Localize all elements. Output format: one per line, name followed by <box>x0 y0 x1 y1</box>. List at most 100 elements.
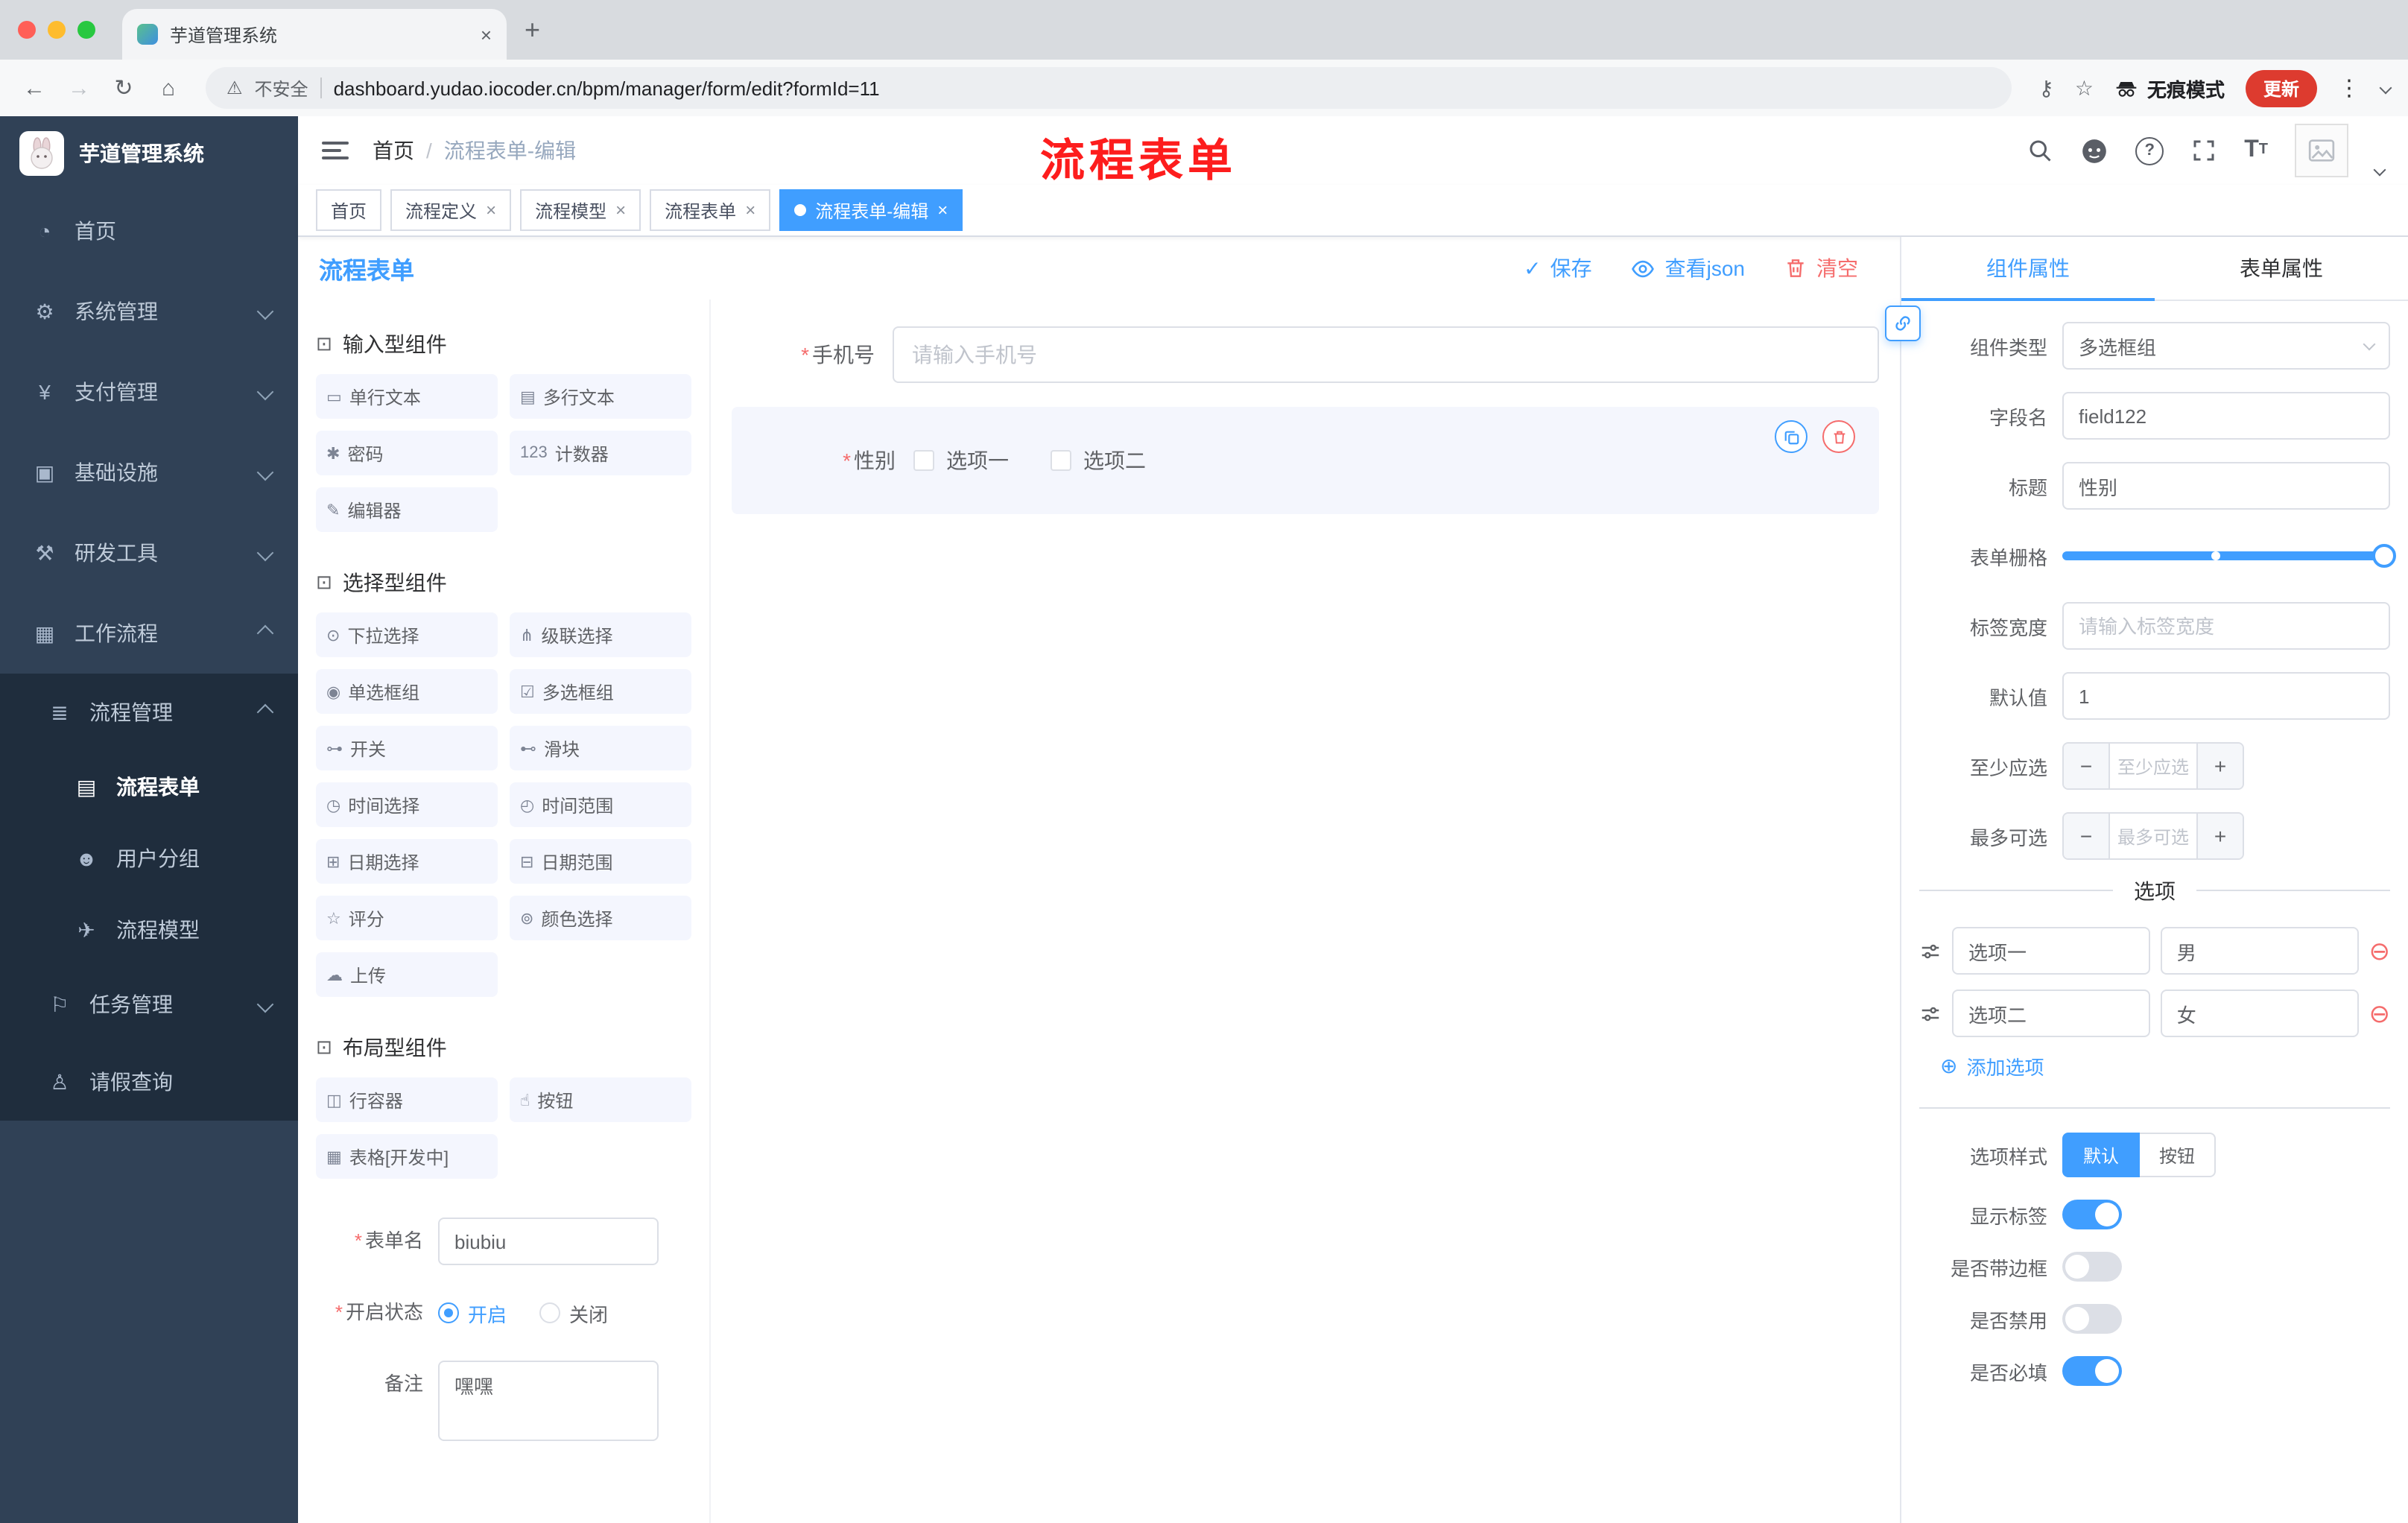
field-name-input[interactable] <box>2062 392 2390 440</box>
reload-button[interactable]: ↻ <box>107 75 140 101</box>
component-chip-password[interactable]: ✱ 密码 <box>316 431 498 475</box>
form-grid-slider[interactable] <box>2062 532 2396 580</box>
decrease-button[interactable]: − <box>2064 744 2110 788</box>
component-chip-time-range[interactable]: ◴ 时间范围 <box>510 782 691 827</box>
component-chip-counter[interactable]: 123 计数器 <box>510 431 691 475</box>
back-button[interactable]: ← <box>18 75 51 101</box>
max-select-value[interactable]: 最多可选 <box>2110 814 2196 858</box>
title-input[interactable] <box>2062 462 2390 510</box>
option-name-input[interactable] <box>1952 990 2150 1037</box>
remove-option-icon[interactable]: ⊖ <box>2369 938 2391 963</box>
sidebar-item-payment-management[interactable]: ¥ 支付管理 <box>0 352 298 432</box>
decrease-button[interactable]: − <box>2064 814 2110 858</box>
breadcrumb-home[interactable]: 首页 <box>373 136 414 165</box>
status-radio-on[interactable]: 开启 <box>438 1299 507 1327</box>
tag-close-icon[interactable]: × <box>937 200 948 221</box>
avatar-chevron-icon[interactable] <box>2373 163 2386 177</box>
browser-tab[interactable]: 芋道管理系统 × <box>122 9 507 60</box>
component-chip-checkbox-group[interactable]: ☑ 多选框组 <box>510 669 691 714</box>
clear-button[interactable]: 清空 <box>1784 253 1858 283</box>
component-chip-select[interactable]: ⊙ 下拉选择 <box>316 612 498 657</box>
sidebar-logo[interactable]: 芋道管理系统 <box>0 116 298 191</box>
new-tab-button[interactable]: + <box>525 14 540 45</box>
border-switch[interactable] <box>2062 1252 2122 1282</box>
search-icon[interactable] <box>2027 137 2053 164</box>
option-name-input[interactable] <box>1952 927 2150 975</box>
tag-process-form-edit[interactable]: 流程表单-编辑 × <box>779 189 963 231</box>
component-chip-upload[interactable]: ☁ 上传 <box>316 952 498 997</box>
status-radio-off[interactable]: 关闭 <box>539 1299 608 1327</box>
update-button[interactable]: 更新 <box>2245 69 2317 107</box>
component-chip-single-text[interactable]: ▭ 单行文本 <box>316 374 498 419</box>
min-select-value[interactable]: 至少应选 <box>2110 744 2196 788</box>
phone-field-row[interactable]: * 手机号 <box>732 326 1879 383</box>
avatar[interactable] <box>2295 124 2348 177</box>
sidebar-item-user-group[interactable]: ☻ 用户分组 <box>0 823 298 894</box>
default-value-input[interactable] <box>2062 672 2390 720</box>
drag-handle-icon[interactable] <box>1919 940 1942 962</box>
sidebar-item-process-model[interactable]: ✈ 流程模型 <box>0 894 298 966</box>
component-chip-date-picker[interactable]: ⊞ 日期选择 <box>316 839 498 884</box>
font-size-icon[interactable]: TT <box>2244 138 2268 162</box>
github-icon[interactable] <box>2080 136 2108 165</box>
sidebar-item-process-form[interactable]: ▤ 流程表单 <box>0 751 298 823</box>
help-icon[interactable]: ? <box>2135 136 2164 165</box>
option-style-default-button[interactable]: 默认 <box>2062 1133 2141 1177</box>
increase-button[interactable]: + <box>2196 744 2243 788</box>
tag-process-definition[interactable]: 流程定义 × <box>390 189 512 231</box>
sidebar-item-system-management[interactable]: ⚙ 系统管理 <box>0 271 298 352</box>
phone-input[interactable] <box>893 326 1879 383</box>
fullscreen-icon[interactable] <box>2190 137 2217 164</box>
increase-button[interactable]: + <box>2196 814 2243 858</box>
browser-menu-icon[interactable]: ⋮ <box>2338 75 2360 101</box>
tab-close-icon[interactable]: × <box>481 23 492 45</box>
password-key-icon[interactable]: ⚷ <box>2038 75 2054 101</box>
component-chip-editor[interactable]: ✎ 编辑器 <box>316 487 498 532</box>
sidebar-item-dev-tools[interactable]: ⚒ 研发工具 <box>0 513 298 593</box>
show-label-switch[interactable] <box>2062 1200 2122 1229</box>
tag-close-icon[interactable]: × <box>615 200 626 221</box>
tab-form-props[interactable]: 表单属性 <box>2155 237 2408 300</box>
form-name-input[interactable] <box>438 1218 659 1265</box>
required-switch[interactable] <box>2062 1356 2122 1386</box>
delete-component-button[interactable] <box>1822 420 1855 453</box>
component-chip-cascader[interactable]: ⋔ 级联选择 <box>510 612 691 657</box>
component-chip-rate[interactable]: ☆ 评分 <box>316 896 498 940</box>
link-icon[interactable] <box>1885 305 1921 341</box>
remark-textarea[interactable]: 嘿嘿 <box>438 1361 659 1441</box>
tag-close-icon[interactable]: × <box>745 200 755 221</box>
option-value-input[interactable] <box>2160 927 2359 975</box>
copy-component-button[interactable] <box>1775 420 1807 453</box>
tag-home[interactable]: 首页 <box>316 189 382 231</box>
sidebar-item-infrastructure[interactable]: ▣ 基础设施 <box>0 432 298 513</box>
option-value-input[interactable] <box>2160 990 2359 1037</box>
sidebar-item-leave-query[interactable]: ♙ 请假查询 <box>0 1043 298 1121</box>
collapse-sidebar-button[interactable] <box>322 142 349 159</box>
component-chip-radio-group[interactable]: ◉ 单选框组 <box>316 669 498 714</box>
component-type-select[interactable]: 多选框组 <box>2062 322 2390 370</box>
component-chip-textarea[interactable]: ▤ 多行文本 <box>510 374 691 419</box>
tag-process-model[interactable]: 流程模型 × <box>520 189 641 231</box>
sidebar-item-home[interactable]: ◔ 首页 <box>0 191 298 271</box>
component-chip-slider[interactable]: ⊷ 滑块 <box>510 726 691 770</box>
sidebar-item-task-management[interactable]: ⚐ 任务管理 <box>0 966 298 1043</box>
slider-handle[interactable] <box>2372 544 2396 568</box>
component-chip-color-picker[interactable]: ⊚ 颜色选择 <box>510 896 691 940</box>
component-chip-row-container[interactable]: ◫ 行容器 <box>316 1077 498 1122</box>
checkbox-option-2[interactable]: 选项二 <box>1051 446 1146 475</box>
save-button[interactable]: ✓ 保存 <box>1524 253 1591 283</box>
tag-process-form[interactable]: 流程表单 × <box>650 189 771 231</box>
label-width-input[interactable] <box>2062 602 2390 650</box>
view-json-button[interactable]: 查看json <box>1631 253 1745 283</box>
component-chip-switch[interactable]: ⊶ 开关 <box>316 726 498 770</box>
window-zoom-button[interactable] <box>77 21 95 39</box>
window-minimize-button[interactable] <box>48 21 66 39</box>
component-chip-time-picker[interactable]: ◷ 时间选择 <box>316 782 498 827</box>
component-chip-table[interactable]: ▦ 表格[开发中] <box>316 1134 498 1179</box>
selected-component-gender[interactable]: * 性别 选项一 选项二 <box>732 407 1879 514</box>
forward-button[interactable]: → <box>63 75 95 101</box>
sidebar-item-workflow[interactable]: ▦ 工作流程 <box>0 593 298 674</box>
drag-handle-icon[interactable] <box>1919 1002 1942 1025</box>
chevron-down-icon[interactable] <box>2379 81 2392 95</box>
tag-close-icon[interactable]: × <box>486 200 496 221</box>
